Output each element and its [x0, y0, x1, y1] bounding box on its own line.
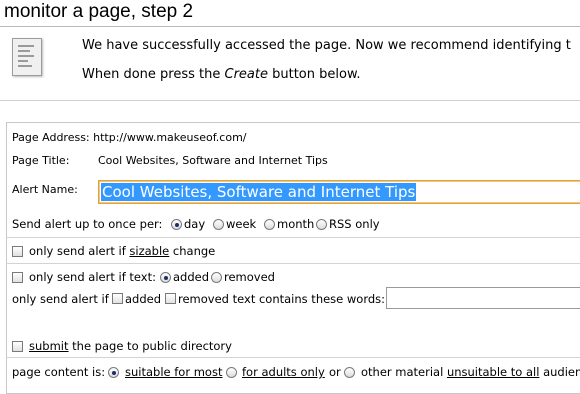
document-icon [12, 38, 42, 76]
section-divider [6, 263, 580, 264]
page-title-label: Page Title: [12, 154, 70, 167]
alert-name-label: Alert Name: [12, 183, 78, 196]
page-address-value: http://www.makeuseof.com/ [93, 131, 247, 144]
intro-instruction: When done press the Create button below. [82, 67, 361, 82]
content-rating-label: page content is: [12, 365, 106, 379]
radio-week[interactable] [213, 219, 224, 230]
option-month-label: month [277, 217, 315, 231]
words-added-label: added [125, 292, 162, 306]
option-added-label: added [173, 270, 210, 284]
option-suitable-label: suitable for most [125, 365, 223, 379]
radio-rss-only[interactable] [316, 219, 327, 230]
option-day-label: day [184, 217, 206, 231]
alert-name-selected-text: Cool Websites, Software and Internet Tip… [101, 183, 417, 201]
create-emphasis: Create [224, 67, 268, 82]
page-title: monitor a page, step 2 [4, 1, 194, 22]
words-filter-label: only send alert if [12, 292, 109, 306]
page-title-value: Cool Websites, Software and Internet Tip… [98, 154, 328, 167]
option-week-label: week [226, 217, 257, 231]
intro-divider [0, 100, 580, 101]
radio-text-added[interactable] [160, 272, 171, 283]
text-change-checkbox[interactable] [12, 272, 23, 283]
radio-day[interactable] [171, 219, 182, 230]
option-removed-label: removed [224, 270, 275, 284]
radio-month[interactable] [264, 219, 275, 230]
alert-name-input[interactable]: Cool Websites, Software and Internet Tip… [98, 180, 580, 204]
words-added-checkbox[interactable] [112, 293, 123, 304]
radio-text-removed[interactable] [211, 272, 222, 283]
radio-other-material[interactable] [344, 367, 355, 378]
radio-suitable-for-most[interactable] [108, 367, 119, 378]
section-divider [6, 237, 580, 238]
section-divider [6, 357, 580, 358]
text-change-label: only send alert if text: [29, 270, 156, 284]
words-removed-checkbox[interactable] [165, 293, 176, 304]
frequency-label: Send alert up to once per: [12, 217, 163, 231]
option-rss-label: RSS only [329, 217, 380, 231]
sizable-change-checkbox[interactable] [12, 246, 23, 257]
submit-directory-label: submit the page to public directory [29, 339, 232, 353]
option-other-label: other material unsuitable to all audien [361, 365, 580, 379]
page-address-row: Page Address: http://www.makeuseof.com/ [12, 131, 247, 145]
sizable-change-label: only send alert if sizable change [29, 244, 216, 258]
option-adults-label: for adults only [242, 365, 325, 379]
page-address-label: Page Address: [12, 131, 90, 144]
radio-adults-only[interactable] [226, 367, 237, 378]
intro-text: We have successfully accessed the page. … [82, 38, 571, 53]
title-divider [0, 26, 580, 27]
words-removed-label: removed text contains these words: [178, 292, 386, 306]
submit-directory-checkbox[interactable] [12, 341, 23, 352]
or-label: or [329, 365, 341, 379]
keywords-input[interactable] [386, 287, 580, 309]
